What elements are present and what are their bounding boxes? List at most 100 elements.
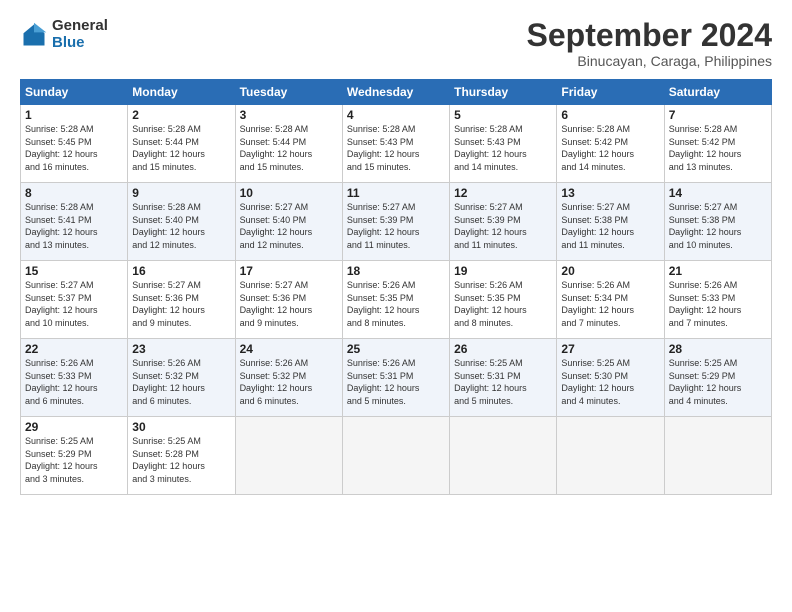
- table-cell: 6Sunrise: 5:28 AM Sunset: 5:42 PM Daylig…: [557, 105, 664, 183]
- day-number: 30: [132, 420, 230, 434]
- day-info: Sunrise: 5:26 AM Sunset: 5:32 PM Dayligh…: [240, 357, 338, 407]
- table-cell: 15Sunrise: 5:27 AM Sunset: 5:37 PM Dayli…: [21, 261, 128, 339]
- table-cell: [664, 417, 771, 495]
- day-info: Sunrise: 5:26 AM Sunset: 5:33 PM Dayligh…: [669, 279, 767, 329]
- day-number: 14: [669, 186, 767, 200]
- logo-blue-label: Blue: [52, 35, 108, 52]
- day-number: 20: [561, 264, 659, 278]
- title-section: September 2024 Binucayan, Caraga, Philip…: [527, 18, 772, 69]
- table-cell: 28Sunrise: 5:25 AM Sunset: 5:29 PM Dayli…: [664, 339, 771, 417]
- day-number: 7: [669, 108, 767, 122]
- day-number: 17: [240, 264, 338, 278]
- table-cell: 25Sunrise: 5:26 AM Sunset: 5:31 PM Dayli…: [342, 339, 449, 417]
- table-row: 22Sunrise: 5:26 AM Sunset: 5:33 PM Dayli…: [21, 339, 772, 417]
- table-cell: 27Sunrise: 5:25 AM Sunset: 5:30 PM Dayli…: [557, 339, 664, 417]
- table-cell: 5Sunrise: 5:28 AM Sunset: 5:43 PM Daylig…: [450, 105, 557, 183]
- table-cell: 20Sunrise: 5:26 AM Sunset: 5:34 PM Dayli…: [557, 261, 664, 339]
- table-cell: 10Sunrise: 5:27 AM Sunset: 5:40 PM Dayli…: [235, 183, 342, 261]
- table-row: 1Sunrise: 5:28 AM Sunset: 5:45 PM Daylig…: [21, 105, 772, 183]
- header-row: Sunday Monday Tuesday Wednesday Thursday…: [21, 80, 772, 105]
- day-number: 11: [347, 186, 445, 200]
- table-cell: 11Sunrise: 5:27 AM Sunset: 5:39 PM Dayli…: [342, 183, 449, 261]
- table-cell: 17Sunrise: 5:27 AM Sunset: 5:36 PM Dayli…: [235, 261, 342, 339]
- day-info: Sunrise: 5:27 AM Sunset: 5:38 PM Dayligh…: [669, 201, 767, 251]
- day-info: Sunrise: 5:26 AM Sunset: 5:35 PM Dayligh…: [454, 279, 552, 329]
- table-cell: 7Sunrise: 5:28 AM Sunset: 5:42 PM Daylig…: [664, 105, 771, 183]
- day-info: Sunrise: 5:28 AM Sunset: 5:41 PM Dayligh…: [25, 201, 123, 251]
- day-number: 24: [240, 342, 338, 356]
- table-cell: 19Sunrise: 5:26 AM Sunset: 5:35 PM Dayli…: [450, 261, 557, 339]
- table-row: 15Sunrise: 5:27 AM Sunset: 5:37 PM Dayli…: [21, 261, 772, 339]
- month-title: September 2024: [527, 18, 772, 53]
- table-cell: 29Sunrise: 5:25 AM Sunset: 5:29 PM Dayli…: [21, 417, 128, 495]
- col-monday: Monday: [128, 80, 235, 105]
- day-info: Sunrise: 5:28 AM Sunset: 5:42 PM Dayligh…: [669, 123, 767, 173]
- day-info: Sunrise: 5:28 AM Sunset: 5:44 PM Dayligh…: [240, 123, 338, 173]
- day-info: Sunrise: 5:25 AM Sunset: 5:30 PM Dayligh…: [561, 357, 659, 407]
- day-info: Sunrise: 5:28 AM Sunset: 5:42 PM Dayligh…: [561, 123, 659, 173]
- day-number: 27: [561, 342, 659, 356]
- table-cell: [235, 417, 342, 495]
- day-info: Sunrise: 5:27 AM Sunset: 5:37 PM Dayligh…: [25, 279, 123, 329]
- day-info: Sunrise: 5:28 AM Sunset: 5:43 PM Dayligh…: [347, 123, 445, 173]
- table-cell: [557, 417, 664, 495]
- day-info: Sunrise: 5:26 AM Sunset: 5:32 PM Dayligh…: [132, 357, 230, 407]
- day-info: Sunrise: 5:27 AM Sunset: 5:40 PM Dayligh…: [240, 201, 338, 251]
- day-number: 29: [25, 420, 123, 434]
- table-cell: 22Sunrise: 5:26 AM Sunset: 5:33 PM Dayli…: [21, 339, 128, 417]
- table-row: 29Sunrise: 5:25 AM Sunset: 5:29 PM Dayli…: [21, 417, 772, 495]
- day-info: Sunrise: 5:25 AM Sunset: 5:31 PM Dayligh…: [454, 357, 552, 407]
- day-number: 4: [347, 108, 445, 122]
- logo-general-label: General: [52, 18, 108, 35]
- logo-icon: [20, 21, 48, 49]
- day-number: 22: [25, 342, 123, 356]
- day-info: Sunrise: 5:27 AM Sunset: 5:39 PM Dayligh…: [347, 201, 445, 251]
- table-cell: 30Sunrise: 5:25 AM Sunset: 5:28 PM Dayli…: [128, 417, 235, 495]
- table-cell: 9Sunrise: 5:28 AM Sunset: 5:40 PM Daylig…: [128, 183, 235, 261]
- day-number: 18: [347, 264, 445, 278]
- day-number: 9: [132, 186, 230, 200]
- col-friday: Friday: [557, 80, 664, 105]
- day-number: 12: [454, 186, 552, 200]
- day-number: 2: [132, 108, 230, 122]
- day-number: 6: [561, 108, 659, 122]
- col-sunday: Sunday: [21, 80, 128, 105]
- day-number: 16: [132, 264, 230, 278]
- calendar-table: Sunday Monday Tuesday Wednesday Thursday…: [20, 79, 772, 495]
- day-number: 5: [454, 108, 552, 122]
- day-number: 8: [25, 186, 123, 200]
- page: General Blue September 2024 Binucayan, C…: [0, 0, 792, 612]
- day-info: Sunrise: 5:26 AM Sunset: 5:33 PM Dayligh…: [25, 357, 123, 407]
- day-info: Sunrise: 5:26 AM Sunset: 5:35 PM Dayligh…: [347, 279, 445, 329]
- day-info: Sunrise: 5:26 AM Sunset: 5:34 PM Dayligh…: [561, 279, 659, 329]
- day-number: 19: [454, 264, 552, 278]
- day-info: Sunrise: 5:27 AM Sunset: 5:38 PM Dayligh…: [561, 201, 659, 251]
- day-number: 26: [454, 342, 552, 356]
- table-cell: 1Sunrise: 5:28 AM Sunset: 5:45 PM Daylig…: [21, 105, 128, 183]
- col-wednesday: Wednesday: [342, 80, 449, 105]
- table-cell: [342, 417, 449, 495]
- table-cell: 26Sunrise: 5:25 AM Sunset: 5:31 PM Dayli…: [450, 339, 557, 417]
- day-number: 10: [240, 186, 338, 200]
- table-cell: 13Sunrise: 5:27 AM Sunset: 5:38 PM Dayli…: [557, 183, 664, 261]
- day-number: 25: [347, 342, 445, 356]
- day-number: 21: [669, 264, 767, 278]
- day-number: 28: [669, 342, 767, 356]
- table-cell: 12Sunrise: 5:27 AM Sunset: 5:39 PM Dayli…: [450, 183, 557, 261]
- table-cell: 3Sunrise: 5:28 AM Sunset: 5:44 PM Daylig…: [235, 105, 342, 183]
- table-cell: 23Sunrise: 5:26 AM Sunset: 5:32 PM Dayli…: [128, 339, 235, 417]
- day-info: Sunrise: 5:27 AM Sunset: 5:39 PM Dayligh…: [454, 201, 552, 251]
- day-number: 15: [25, 264, 123, 278]
- table-cell: 8Sunrise: 5:28 AM Sunset: 5:41 PM Daylig…: [21, 183, 128, 261]
- col-tuesday: Tuesday: [235, 80, 342, 105]
- header: General Blue September 2024 Binucayan, C…: [20, 18, 772, 69]
- day-info: Sunrise: 5:25 AM Sunset: 5:29 PM Dayligh…: [25, 435, 123, 485]
- table-cell: 16Sunrise: 5:27 AM Sunset: 5:36 PM Dayli…: [128, 261, 235, 339]
- location: Binucayan, Caraga, Philippines: [527, 53, 772, 69]
- logo-text: General Blue: [52, 18, 108, 51]
- day-info: Sunrise: 5:25 AM Sunset: 5:29 PM Dayligh…: [669, 357, 767, 407]
- logo: General Blue: [20, 18, 108, 51]
- table-cell: 2Sunrise: 5:28 AM Sunset: 5:44 PM Daylig…: [128, 105, 235, 183]
- day-number: 1: [25, 108, 123, 122]
- day-info: Sunrise: 5:28 AM Sunset: 5:43 PM Dayligh…: [454, 123, 552, 173]
